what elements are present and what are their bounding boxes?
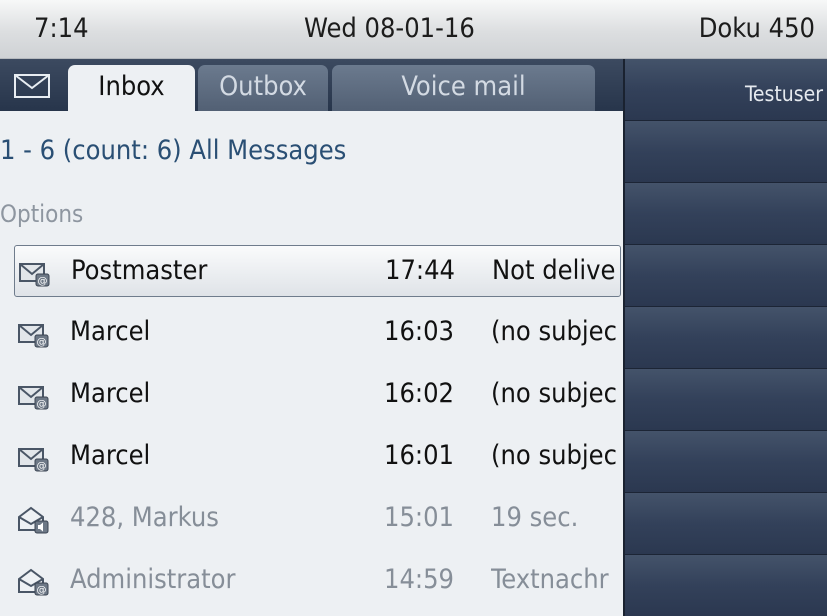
- message-time: 14:59: [384, 564, 454, 595]
- message-sender: Marcel: [70, 316, 151, 347]
- status-time: 7:14: [34, 13, 89, 44]
- message-row[interactable]: @ Marcel 16:01 (no subjec: [14, 431, 621, 483]
- softkey-empty[interactable]: [625, 121, 827, 183]
- options-item[interactable]: Options: [0, 199, 83, 229]
- message-sender: Administrator: [70, 564, 236, 595]
- email-unread-icon: @: [18, 324, 49, 348]
- message-subject: (no subjec: [491, 316, 617, 347]
- status-device-name: Doku 450: [698, 13, 815, 44]
- svg-text:@: @: [38, 276, 48, 287]
- softkey-empty[interactable]: [625, 431, 827, 493]
- message-sender: Marcel: [70, 440, 151, 471]
- message-row[interactable]: @ Administrator 14:59 Textnachr: [14, 555, 621, 607]
- message-count-line: 1 - 6 (count: 6) All Messages: [0, 135, 347, 166]
- tab-inbox[interactable]: Inbox: [68, 65, 195, 111]
- message-subject: Textnachr: [491, 564, 609, 595]
- softkey-testuser[interactable]: Testuser: [625, 59, 827, 121]
- email-read-icon: @: [18, 568, 49, 596]
- voicemail-read-icon: [18, 506, 49, 534]
- message-time: 16:01: [384, 440, 454, 471]
- message-sender: 428, Markus: [70, 502, 219, 533]
- status-bar: 7:14 Wed 08-01-16 Doku 450: [0, 0, 827, 59]
- softkey-empty[interactable]: [625, 245, 827, 307]
- message-row[interactable]: @ Postmaster 17:44 Not delive: [14, 245, 621, 297]
- softkey-empty[interactable]: [625, 183, 827, 245]
- softkey-empty[interactable]: [625, 307, 827, 369]
- tab-bar: Inbox Outbox Voice mail: [0, 59, 623, 111]
- message-time: 16:03: [384, 316, 454, 347]
- message-row[interactable]: @ Marcel 16:03 (no subjec: [14, 307, 621, 359]
- message-time: 17:44: [385, 255, 455, 286]
- softkey-empty[interactable]: [625, 493, 827, 555]
- softkey-label: Testuser: [744, 82, 823, 106]
- message-time: 15:01: [384, 502, 454, 533]
- phone-screen: 7:14 Wed 08-01-16 Doku 450 Inbox Outbox …: [0, 0, 827, 616]
- message-sender: Marcel: [70, 378, 151, 409]
- message-sender: Postmaster: [71, 255, 208, 286]
- email-unread-icon: @: [18, 386, 49, 410]
- envelope-icon: [14, 74, 50, 98]
- tab-outbox[interactable]: Outbox: [198, 65, 328, 111]
- message-time: 16:02: [384, 378, 454, 409]
- svg-text:@: @: [37, 399, 47, 410]
- tab-voice-mail[interactable]: Voice mail: [332, 65, 595, 111]
- svg-text:@: @: [37, 461, 47, 472]
- message-row[interactable]: 428, Markus 15:01 19 sec.: [14, 493, 621, 545]
- email-unread-icon: @: [19, 263, 50, 287]
- softkey-empty[interactable]: [625, 555, 827, 616]
- message-row[interactable]: @ Marcel 16:02 (no subjec: [14, 369, 621, 421]
- message-subject: 19 sec.: [491, 502, 579, 533]
- status-date: Wed 08-01-16: [304, 13, 475, 44]
- svg-text:@: @: [37, 337, 47, 348]
- svg-text:@: @: [37, 585, 47, 596]
- messages-panel: Inbox Outbox Voice mail 1 - 6 (count: 6)…: [0, 59, 623, 616]
- message-subject: (no subjec: [491, 378, 617, 409]
- softkey-empty[interactable]: [625, 369, 827, 431]
- softkey-panel: Testuser: [623, 59, 827, 616]
- message-subject: (no subjec: [491, 440, 617, 471]
- message-subject: Not delive: [492, 255, 616, 286]
- email-unread-icon: @: [18, 448, 49, 472]
